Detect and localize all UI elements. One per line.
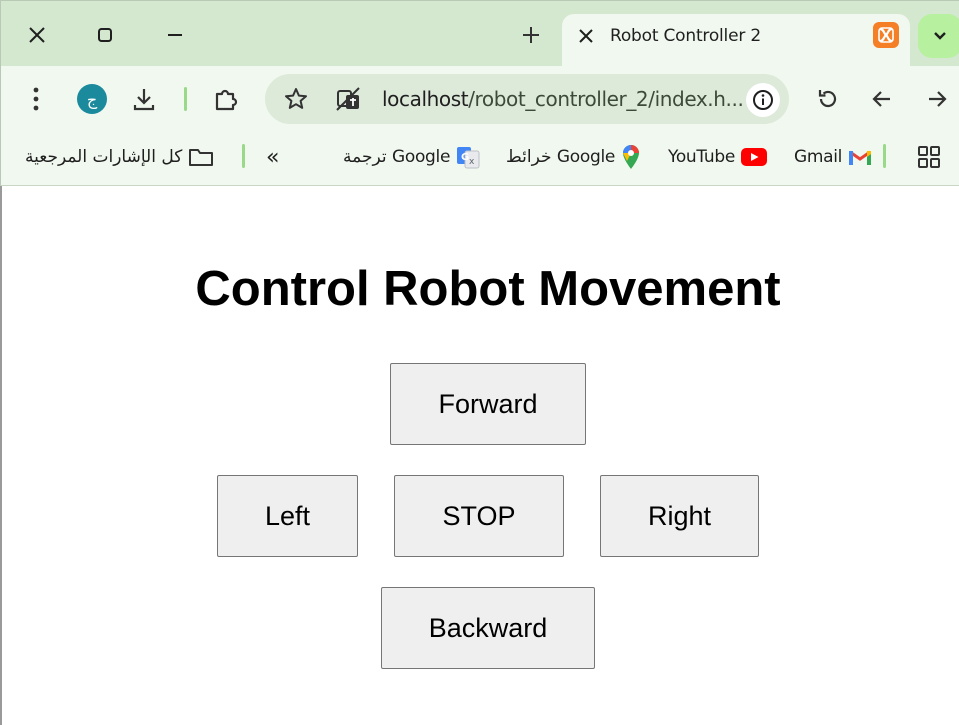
backward-button[interactable]: Backward <box>381 587 595 669</box>
url-host: localhost <box>382 87 469 111</box>
site-info-button[interactable] <box>746 83 780 117</box>
bookmark-label: YouTube <box>668 147 736 167</box>
folder-icon <box>189 149 214 166</box>
gmail-icon <box>849 150 872 165</box>
chevron-down-icon <box>934 32 946 40</box>
download-icon <box>133 89 155 111</box>
window-restore-button[interactable] <box>83 13 127 57</box>
bookmarks-bar: كل الإشارات المرجعية « ترجمة Google Gx خ… <box>0 132 959 186</box>
minimize-icon <box>168 34 182 36</box>
window-minimize-button[interactable] <box>153 13 197 57</box>
url-text[interactable]: localhost/robot_controller_2/index.h... <box>382 87 744 111</box>
puzzle-icon <box>215 89 238 111</box>
new-tab-button[interactable] <box>511 15 551 55</box>
right-button[interactable]: Right <box>600 475 759 557</box>
address-bar[interactable]: localhost/robot_controller_2/index.h... <box>265 74 789 124</box>
youtube-icon <box>741 148 768 166</box>
bookmark-google-translate[interactable]: ترجمة Google Gx <box>343 142 480 172</box>
browser-toolbar: ج localhost/robot_controller_2/index.h..… <box>0 66 959 132</box>
tab-title: Robot Controller 2 <box>610 26 761 46</box>
toolbar-divider <box>184 87 187 111</box>
bookmark-gmail[interactable]: Gmail <box>794 142 872 172</box>
apps-grid-icon <box>918 146 940 168</box>
more-bookmarks-button[interactable]: « <box>266 142 279 172</box>
active-tab[interactable]: Robot Controller 2 <box>562 14 910 67</box>
stop-button[interactable]: STOP <box>394 475 564 557</box>
tab-close-button[interactable] <box>574 24 598 48</box>
bookmark-label: Gmail <box>794 147 843 167</box>
chevrons-left-icon: « <box>266 144 280 170</box>
more-vertical-icon <box>33 87 39 111</box>
page-content: Control Robot Movement Forward Left STOP… <box>0 186 959 725</box>
bookmarks-divider <box>242 144 245 168</box>
page-title: Control Robot Movement <box>195 262 781 316</box>
bookmark-google-maps[interactable]: خرائط Google <box>506 142 641 172</box>
bookmark-youtube[interactable]: YouTube <box>668 142 768 172</box>
reload-icon <box>818 90 837 108</box>
close-icon <box>579 29 593 43</box>
tab-strip: Robot Controller 2 <box>0 0 959 67</box>
translate-page-icon[interactable] <box>333 84 363 114</box>
plus-icon <box>523 27 539 43</box>
downloads-button[interactable] <box>125 80 163 118</box>
close-icon <box>29 27 45 43</box>
left-button[interactable]: Left <box>217 475 358 557</box>
svg-text:G: G <box>461 152 469 163</box>
bookmarks-divider <box>883 144 886 168</box>
arrow-left-icon <box>872 91 890 107</box>
all-bookmarks-label: كل الإشارات المرجعية <box>25 147 183 167</box>
bookmark-star-icon[interactable] <box>283 86 309 112</box>
extensions-button[interactable] <box>207 80 245 118</box>
arrow-right-icon <box>929 91 947 107</box>
url-path: /robot_controller_2/index.h... <box>468 87 744 111</box>
restore-icon <box>98 28 112 42</box>
google-translate-icon: Gx <box>457 147 480 169</box>
info-icon <box>753 90 773 110</box>
forward-button[interactable]: Forward <box>390 363 586 445</box>
bookmark-label: ترجمة Google <box>343 147 451 167</box>
profile-avatar[interactable]: ج <box>77 84 107 114</box>
tab-search-button[interactable] <box>918 14 959 58</box>
all-bookmarks-button[interactable]: كل الإشارات المرجعية <box>25 142 214 172</box>
back-button[interactable] <box>863 80 901 118</box>
bookmark-label: خرائط Google <box>506 147 616 167</box>
reload-button[interactable] <box>809 80 847 118</box>
window-close-button[interactable] <box>15 13 59 57</box>
xampp-favicon-icon <box>873 22 899 48</box>
google-maps-icon <box>623 145 640 169</box>
forward-nav-button[interactable] <box>918 80 956 118</box>
browser-menu-button[interactable] <box>17 80 55 118</box>
apps-button[interactable] <box>917 142 941 172</box>
